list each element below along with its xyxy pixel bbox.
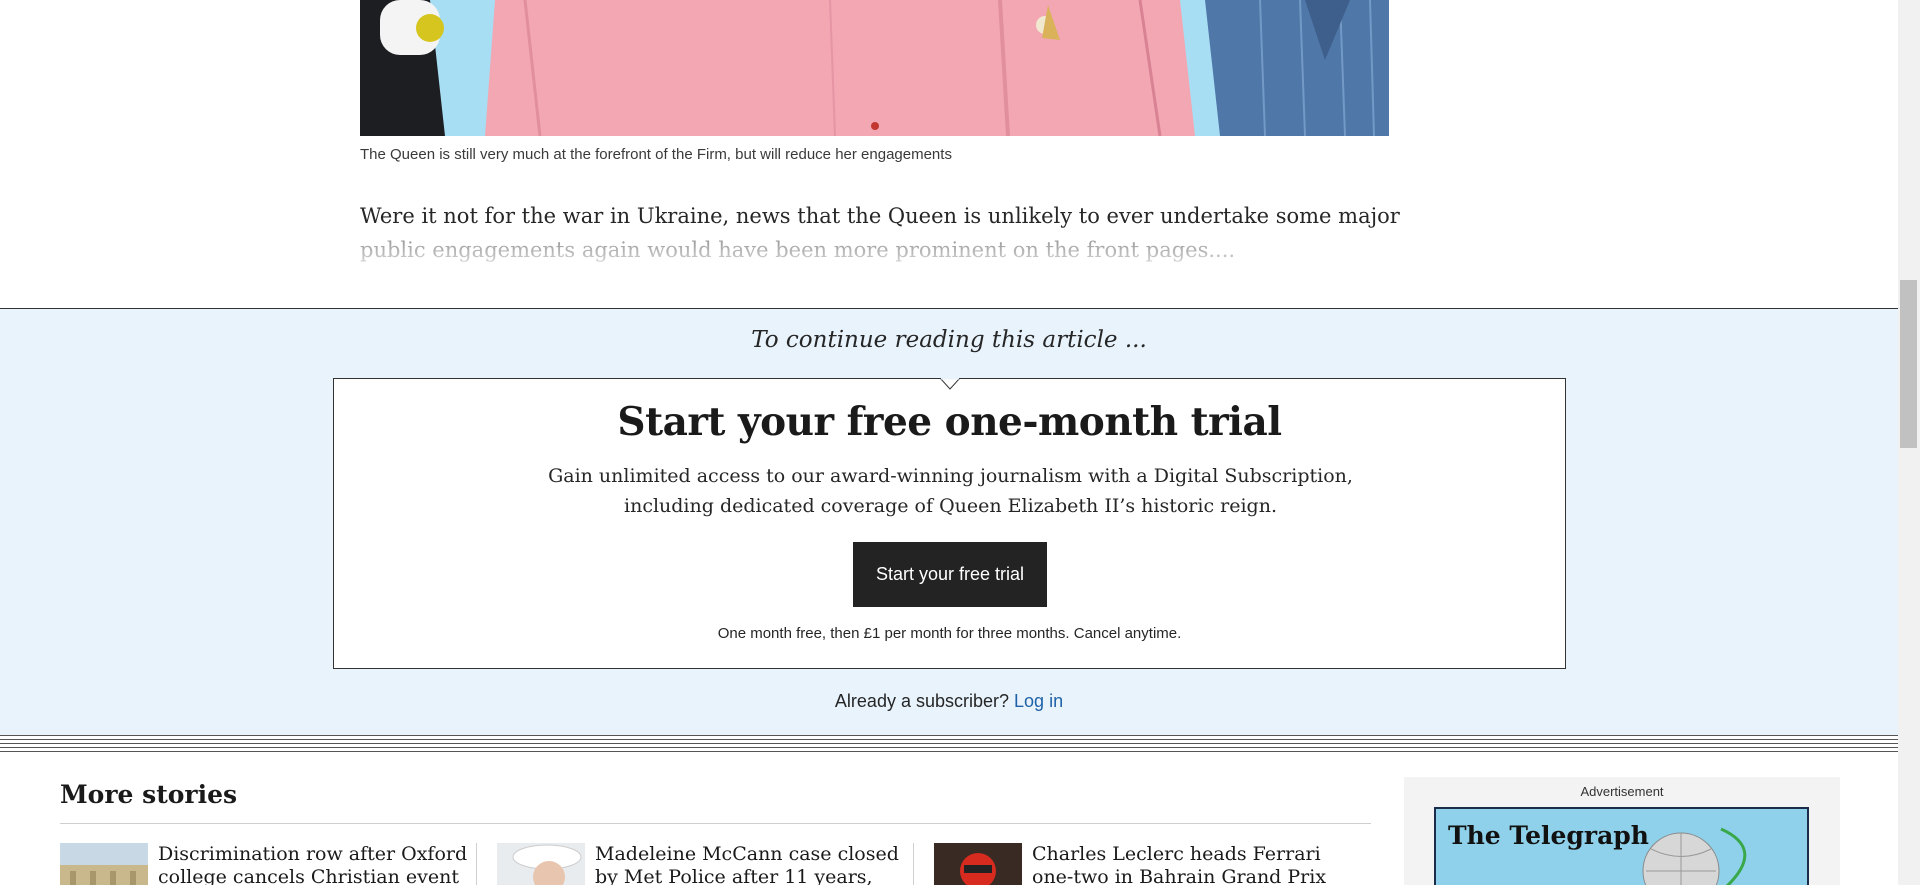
ad-creative[interactable]: The Telegraph	[1434, 807, 1809, 885]
article-hero-image	[360, 0, 1389, 136]
story-divider	[913, 843, 914, 885]
start-free-trial-button[interactable]: Start your free trial	[853, 542, 1047, 607]
image-caption: The Queen is still very much at the fore…	[360, 146, 952, 163]
subscriber-text: Already a subscriber?	[834, 691, 1010, 711]
article-lede-faded: public engagements again would have been…	[360, 238, 1236, 262]
subscriber-prompt: Already a subscriber? Log in	[0, 691, 1898, 712]
story-headline[interactable]: Discrimination row after Oxford college …	[158, 843, 478, 885]
section-divider	[0, 735, 1898, 753]
trial-fineprint: One month free, then £1 per month for th…	[717, 625, 1182, 642]
story-thumbnail[interactable]	[934, 843, 1022, 885]
ad-label: Advertisement	[1580, 784, 1664, 799]
advertisement: Advertisement The Telegraph	[1404, 777, 1840, 885]
trial-description: Gain unlimited access to our award-winni…	[548, 465, 1353, 517]
globe-icon	[1642, 827, 1747, 885]
login-link[interactable]: Log in	[1014, 691, 1063, 711]
continue-reading-prompt: To continue reading this article ...	[751, 327, 1147, 353]
article-lede: Were it not for the war in Ukraine, news…	[360, 204, 1400, 228]
speech-notch	[940, 378, 960, 390]
story-divider	[476, 843, 477, 885]
more-stories-heading: More stories	[60, 780, 238, 809]
story-thumbnail[interactable]	[60, 843, 148, 885]
story-thumbnail[interactable]	[497, 843, 585, 885]
story-headline[interactable]: Charles Leclerc heads Ferrari one-two in…	[1032, 843, 1352, 885]
page-scrollbar[interactable]	[1898, 0, 1920, 885]
scrollbar-thumb[interactable]	[1900, 280, 1917, 448]
trial-offer-box: Start your free one-month trial Gain unl…	[333, 378, 1566, 669]
trial-title: Start your free one-month trial	[617, 399, 1282, 445]
more-stories-rule	[60, 823, 1371, 824]
story-headline[interactable]: Madeleine McCann case closed by Met Poli…	[595, 843, 915, 885]
paywall-section: To continue reading this article ... Sta…	[0, 308, 1898, 735]
